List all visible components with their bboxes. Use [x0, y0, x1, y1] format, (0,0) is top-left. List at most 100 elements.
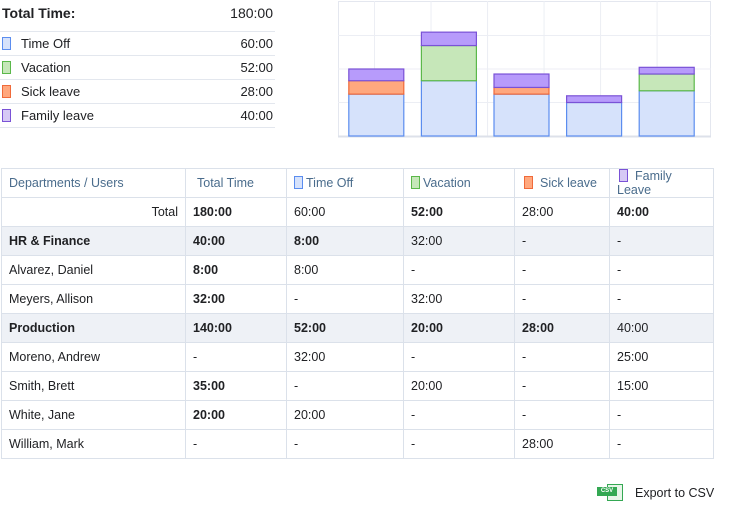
- user-row: Alvarez, Daniel 8:00 8:00- - -: [1, 255, 714, 285]
- time-cell: -: [403, 400, 515, 430]
- legend-swatch-icon: [2, 37, 11, 50]
- time-cell: 8:00: [286, 255, 404, 285]
- time-cell: 20:00: [403, 371, 515, 401]
- time-cell: 32:00: [403, 226, 515, 256]
- column-header[interactable]: Total Time: [185, 168, 287, 198]
- legend-swatch-icon: [619, 169, 628, 182]
- bar-segment-family-leave: [566, 95, 623, 104]
- row-label: Total: [1, 197, 186, 227]
- column-header-label: Time Off: [306, 176, 354, 190]
- summary-item: Time Off 60:00: [0, 32, 275, 56]
- legend-swatch-icon: [294, 176, 303, 189]
- user-row: White, Jane 20:00 20:00- - -: [1, 400, 714, 430]
- column-header[interactable]: Vacation: [403, 168, 515, 198]
- column-header-label: Total Time: [197, 176, 254, 190]
- legend-swatch-icon: [411, 176, 420, 189]
- time-cell: 28:00: [514, 197, 610, 227]
- summary-item-label: Sick leave: [21, 84, 81, 99]
- row-label: Smith, Brett: [1, 371, 186, 401]
- time-cell: -: [514, 255, 610, 285]
- table-header-row: Departments / Users Total Time Time Off Vac…: [1, 168, 714, 198]
- time-cell: 28:00: [514, 313, 610, 343]
- summary-title: Total Time:: [2, 5, 76, 21]
- bar-segment-sick-leave: [348, 80, 405, 95]
- time-cell: -: [403, 429, 515, 459]
- column-header[interactable]: Time Off: [286, 168, 404, 198]
- column-header[interactable]: Sick leave: [514, 168, 610, 198]
- time-cell: -: [609, 255, 714, 285]
- bar-segment-time-off: [638, 90, 695, 137]
- legend-swatch-icon: [2, 85, 11, 98]
- time-cell: -: [185, 429, 287, 459]
- bar-segment-sick-leave: [493, 86, 550, 95]
- time-cell: -: [609, 400, 714, 430]
- time-cell: -: [609, 429, 714, 459]
- bar-segment-family-leave: [348, 68, 405, 82]
- bar-segment-family-leave: [638, 66, 695, 75]
- time-cell: -: [403, 342, 515, 372]
- time-cell: -: [609, 284, 714, 314]
- time-summary: Total Time: 180:00 Time Off 60:00 Vacati…: [0, 0, 275, 128]
- time-cell: 140:00: [185, 313, 287, 343]
- time-cell: 28:00: [514, 429, 610, 459]
- export-csv-label: Export to CSV: [635, 485, 715, 500]
- time-cell: -: [286, 371, 404, 401]
- summary-item-label: Vacation: [21, 60, 71, 75]
- time-cell: 20:00: [403, 313, 515, 343]
- bar-segment-time-off: [348, 93, 405, 137]
- column-header-label: Departments / Users: [9, 176, 124, 190]
- row-label: Production: [1, 313, 186, 343]
- time-cell: -: [514, 226, 610, 256]
- department-row: Production 140:00 52:00 20:00 28:00 40:00: [1, 313, 714, 343]
- time-cell: -: [609, 226, 714, 256]
- time-cell: 8:00: [185, 255, 287, 285]
- bar-segment-vacation: [420, 44, 478, 82]
- export-csv-button[interactable]: CSV Export to CSV: [597, 484, 714, 501]
- user-row: William, Mark - - -28:00-: [1, 429, 714, 459]
- time-cell: -: [403, 255, 515, 285]
- time-cell: 35:00: [185, 371, 287, 401]
- user-row: Moreno, Andrew -32:00- -25:00: [1, 342, 714, 372]
- summary-item-value: 40:00: [240, 108, 273, 123]
- time-cell: -: [514, 371, 610, 401]
- summary-item-label: Family leave: [21, 108, 94, 123]
- time-cell: -: [514, 284, 610, 314]
- summary-legend-list: Time Off 60:00 Vacation 52:00 Sick leave…: [0, 31, 275, 128]
- time-cell: 180:00: [185, 197, 287, 227]
- summary-item-value: 60:00: [240, 36, 273, 51]
- time-cell: 8:00: [286, 226, 404, 256]
- row-label: Alvarez, Daniel: [1, 255, 186, 285]
- summary-total-value: 180:00: [230, 5, 273, 21]
- summary-item: Family leave 40:00: [0, 104, 275, 128]
- row-label: White, Jane: [1, 400, 186, 430]
- time-cell: 52:00: [286, 313, 404, 343]
- stacked-bar-chart: [338, 1, 711, 138]
- time-cell: 20:00: [286, 400, 404, 430]
- column-header-label: Sick leave: [540, 176, 597, 190]
- row-label: William, Mark: [1, 429, 186, 459]
- department-row: HR & Finance 40:00 8:00 32:00- -: [1, 226, 714, 256]
- column-header[interactable]: Family Leave: [609, 168, 714, 198]
- row-label: HR & Finance: [1, 226, 186, 256]
- summary-item-value: 52:00: [240, 60, 273, 75]
- bar-segment-family-leave: [493, 73, 550, 89]
- summary-total-row: Total Time: 180:00: [0, 0, 275, 26]
- column-header[interactable]: Departments / Users: [1, 168, 186, 198]
- user-row: Smith, Brett 35:00-20:00-15:00: [1, 371, 714, 401]
- bar-segment-family-leave: [420, 31, 478, 47]
- time-off-table: Departments / Users Total Time Time Off Vac…: [1, 168, 714, 459]
- bar-segment-vacation: [638, 73, 695, 92]
- time-cell: -: [514, 342, 610, 372]
- user-row: Meyers, Allison 32:00-32:00- -: [1, 284, 714, 314]
- summary-item: Sick leave 28:00: [0, 80, 275, 104]
- csv-file-icon: CSV: [597, 484, 624, 501]
- bar-segment-time-off: [420, 80, 478, 137]
- summary-item-label: Time Off: [21, 36, 71, 51]
- time-cell: 40:00: [185, 226, 287, 256]
- time-cell: -: [286, 429, 404, 459]
- legend-swatch-icon: [524, 176, 533, 189]
- time-cell: -: [514, 400, 610, 430]
- time-cell: 25:00: [609, 342, 714, 372]
- time-cell: 15:00: [609, 371, 714, 401]
- time-cell: -: [185, 342, 287, 372]
